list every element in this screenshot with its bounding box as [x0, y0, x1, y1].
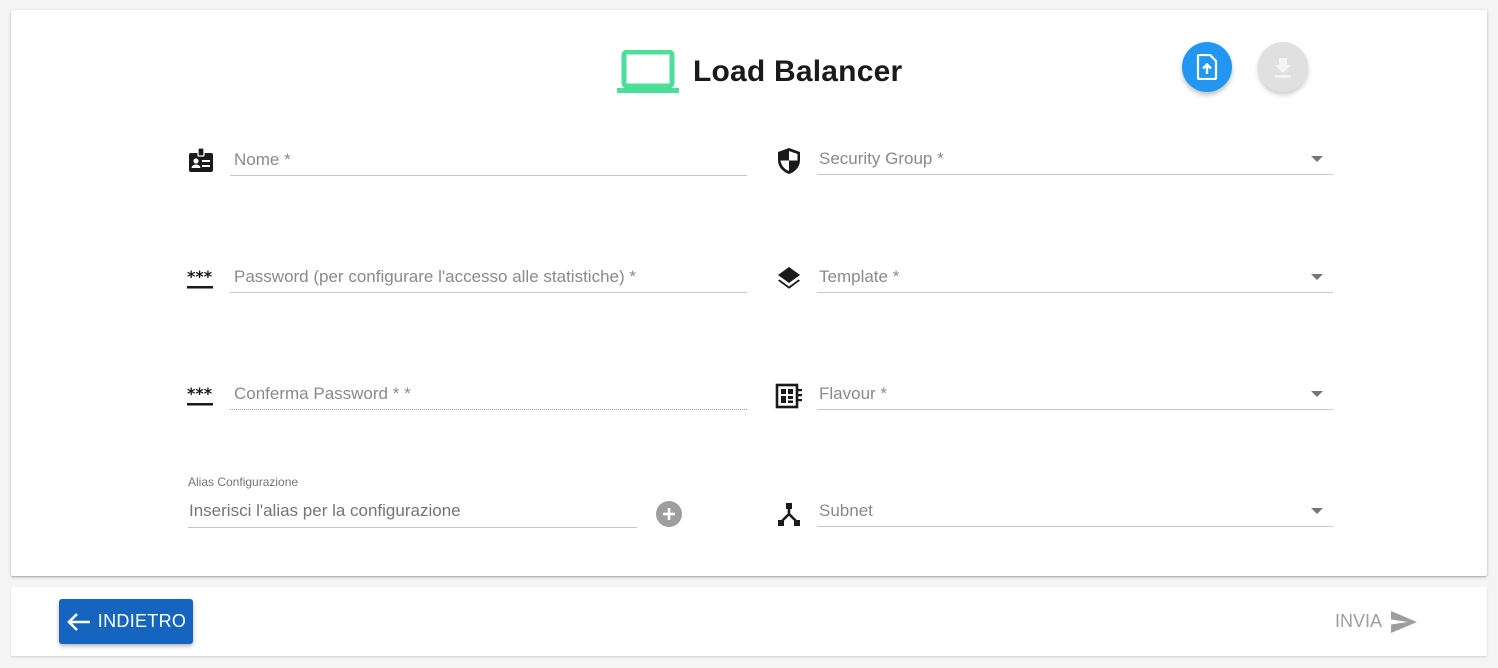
send-icon	[1391, 610, 1418, 633]
alias-input[interactable]: Inserisci l'alias per la configurazione	[188, 494, 637, 528]
form-card: Load Balancer Nome * *** Password (per c…	[11, 10, 1487, 576]
template-placeholder: Template *	[819, 266, 900, 286]
add-alias-button[interactable]	[656, 501, 682, 527]
alias-placeholder: Inserisci l'alias per la configurazione	[189, 500, 461, 520]
nome-input[interactable]: Nome *	[230, 144, 747, 176]
footer-bar: INDIETRO INVIA	[11, 587, 1487, 656]
password-input[interactable]: Password (per configurare l'accesso alle…	[230, 261, 747, 293]
send-button[interactable]: INVIA	[1335, 599, 1435, 644]
page-header: Load Balancer	[617, 50, 902, 94]
svg-text:***: ***	[187, 269, 213, 286]
back-button[interactable]: INDIETRO	[59, 599, 193, 644]
chevron-down-icon	[1311, 391, 1323, 397]
confirm-password-icon: ***	[187, 383, 215, 411]
security-group-placeholder: Security Group *	[819, 148, 944, 168]
memory-chip-icon	[775, 382, 803, 410]
file-upload-icon	[1196, 54, 1218, 80]
subnet-select[interactable]: Subnet	[817, 495, 1333, 527]
confirm-password-input[interactable]: Conferma Password * *	[230, 378, 747, 410]
badge-icon	[187, 146, 215, 174]
download-config-button[interactable]	[1258, 42, 1308, 92]
password-placeholder: Password (per configurare l'accesso alle…	[234, 266, 636, 286]
password-icon: ***	[187, 266, 215, 294]
flavour-placeholder: Flavour *	[819, 383, 888, 403]
confirm-password-placeholder: Conferma Password * *	[234, 383, 411, 403]
page-title: Load Balancer	[693, 55, 903, 88]
svg-text:***: ***	[187, 386, 213, 403]
alias-label: Alias Configurazione	[188, 475, 299, 489]
flavour-select[interactable]: Flavour *	[817, 378, 1333, 410]
arrow-left-icon	[66, 612, 90, 631]
shield-icon	[775, 147, 803, 175]
add-circle-icon	[663, 508, 675, 520]
laptop-icon	[617, 50, 679, 93]
chevron-down-icon	[1311, 274, 1323, 280]
download-icon	[1275, 58, 1291, 78]
send-button-label: INVIA	[1335, 611, 1383, 631]
back-button-label: INDIETRO	[97, 611, 187, 631]
subnet-placeholder: Subnet	[819, 500, 873, 520]
security-group-select[interactable]: Security Group *	[817, 143, 1333, 175]
nome-placeholder: Nome *	[234, 149, 291, 169]
network-icon	[775, 501, 803, 529]
layers-icon	[775, 264, 803, 292]
upload-config-button[interactable]	[1182, 42, 1232, 92]
template-select[interactable]: Template *	[817, 261, 1333, 293]
chevron-down-icon	[1311, 508, 1323, 514]
chevron-down-icon	[1311, 156, 1323, 162]
